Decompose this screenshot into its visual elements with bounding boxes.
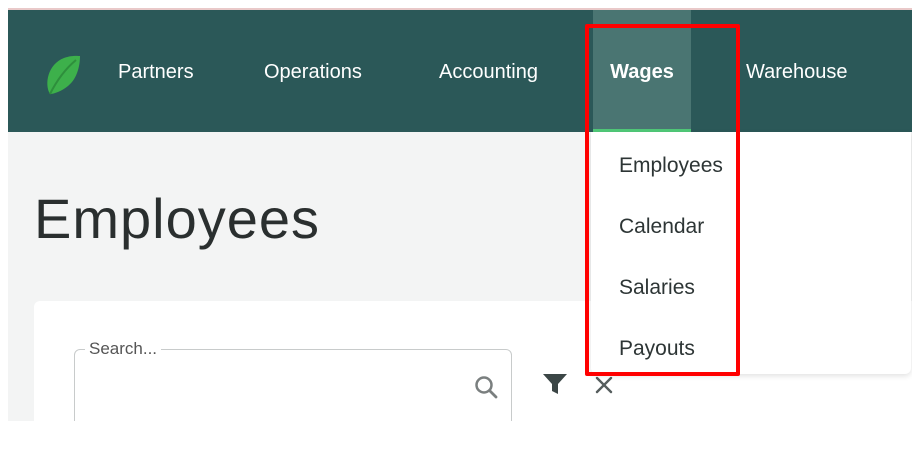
nav-item-wages[interactable]: Wages [593,8,691,132]
leaf-logo-icon[interactable] [44,54,82,96]
top-divider [8,8,912,10]
top-navigation-bar: Partners Operations Accounting Wages War… [8,8,912,132]
nav-item-warehouse[interactable]: Warehouse [746,8,848,132]
search-input[interactable]: Search... [74,339,512,421]
nav-item-accounting[interactable]: Accounting [439,8,538,132]
filter-icon[interactable] [542,373,568,395]
search-label: Search... [85,339,162,359]
nav-item-operations[interactable]: Operations [264,8,362,132]
nav-item-partners[interactable]: Partners [118,8,194,132]
menu-item-calendar[interactable]: Calendar [619,215,704,239]
menu-item-salaries[interactable]: Salaries [619,276,695,300]
menu-item-payouts[interactable]: Payouts [619,337,695,361]
close-icon[interactable] [594,375,614,395]
menu-item-employees[interactable]: Employees [619,154,723,178]
app-window: Partners Operations Accounting Wages War… [8,8,912,421]
page-title: Employees [34,187,321,250]
search-icon[interactable] [473,374,499,400]
wages-dropdown-menu: Employees Calendar Salaries Payouts [591,132,911,374]
